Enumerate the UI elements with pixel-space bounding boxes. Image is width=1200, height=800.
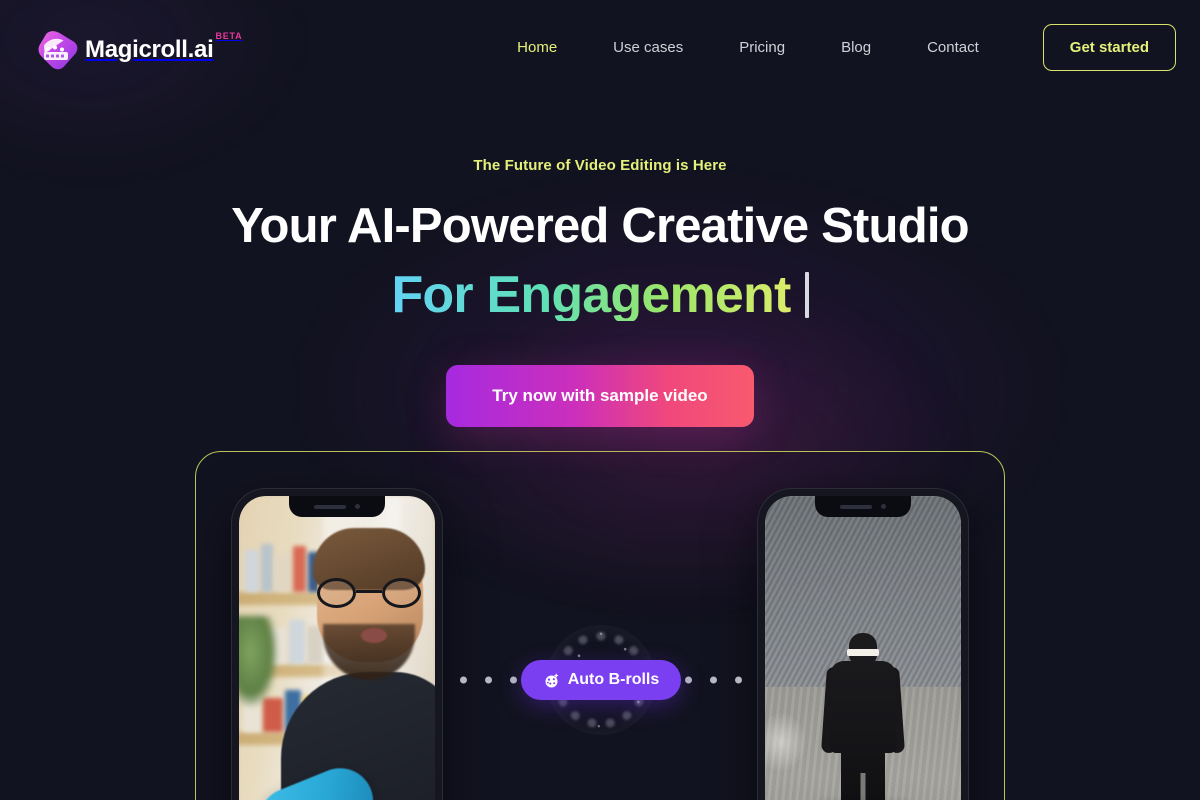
site-header: Magicroll.ai BETA Home Use cases Pricing… bbox=[0, 0, 1200, 95]
phone-notch-left bbox=[289, 496, 385, 517]
beta-badge: BETA bbox=[215, 30, 243, 41]
hero-eyebrow: The Future of Video Editing is Here bbox=[473, 157, 727, 174]
connector-dots-left bbox=[460, 676, 517, 684]
nav-item-home[interactable]: Home bbox=[489, 31, 585, 64]
phone-mockup-left bbox=[232, 489, 442, 800]
main-navigation: Home Use cases Pricing Blog Contact Get … bbox=[489, 24, 1176, 71]
podcaster-scene bbox=[239, 496, 435, 800]
get-started-button[interactable]: Get started bbox=[1042, 24, 1176, 71]
auto-b-rolls-label: Auto B-rolls bbox=[567, 671, 660, 688]
demo-stage: things that bbox=[195, 451, 1005, 800]
brand-name: Magicroll.ai bbox=[85, 35, 214, 63]
feature-connector: Auto B-rolls bbox=[450, 625, 752, 735]
suited-figure bbox=[821, 633, 905, 800]
phone-mockup-right: things that bbox=[758, 489, 968, 800]
nav-item-use-cases[interactable]: Use cases bbox=[585, 31, 711, 64]
street-scene bbox=[765, 496, 961, 800]
nav-item-blog[interactable]: Blog bbox=[813, 31, 899, 64]
try-sample-video-button[interactable]: Try now with sample video bbox=[446, 365, 754, 427]
sparkle-ball-icon bbox=[543, 672, 560, 689]
phone-left-screen bbox=[239, 496, 435, 800]
phone-notch-right bbox=[815, 496, 911, 517]
play-film-logo-icon bbox=[36, 29, 80, 71]
hero-section: The Future of Video Editing is Here Your… bbox=[0, 95, 1200, 427]
hero-headline-line-2: For Engagement bbox=[391, 266, 791, 324]
hero-headline-line-1: Your AI-Powered Creative Studio bbox=[231, 199, 969, 253]
glasses-icon bbox=[317, 578, 421, 608]
phone-right-screen: things that bbox=[765, 496, 961, 800]
hero-headline-line-2-row: For Engagement bbox=[0, 269, 1200, 321]
auto-b-rolls-pill[interactable]: Auto B-rolls bbox=[520, 660, 682, 700]
nav-item-contact[interactable]: Contact bbox=[899, 31, 1007, 64]
brand-logo-link[interactable]: Magicroll.ai BETA bbox=[36, 25, 242, 71]
nav-item-pricing[interactable]: Pricing bbox=[711, 31, 813, 64]
typing-caret-icon bbox=[804, 272, 809, 318]
